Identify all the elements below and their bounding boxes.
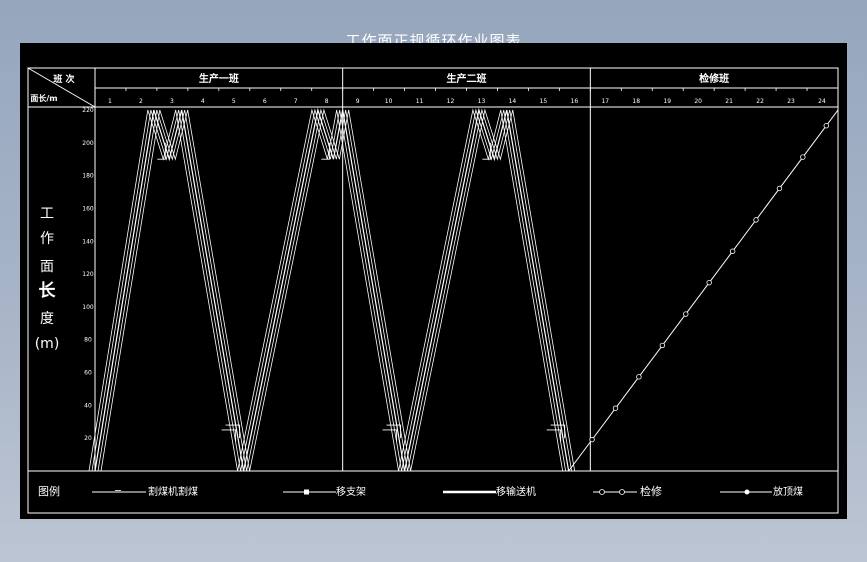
legend-swatch-maintenance-circle — [619, 489, 625, 495]
y-tick-label: 180 — [82, 173, 94, 180]
hour-label: 20 — [694, 98, 702, 105]
hour-label: 5 — [232, 98, 236, 105]
legend-swatch-caving-dot — [744, 489, 750, 495]
legend-label-shearer: 割煤机割煤 — [148, 485, 198, 498]
y-tick-label: 100 — [82, 304, 94, 311]
legend-label-conveyor: 移输送机 — [496, 485, 536, 498]
maintenance-marker — [776, 185, 783, 192]
maintenance-marker — [612, 405, 619, 411]
hour-label: 19 — [663, 98, 671, 105]
hour-label: 11 — [416, 98, 424, 105]
y-tick-label: 60 — [84, 370, 92, 377]
y-axis-title-char: 度 — [40, 311, 54, 327]
legend-label-support: 移支架 — [336, 485, 366, 498]
y-tick-label: 120 — [82, 271, 94, 278]
hour-label: 23 — [787, 98, 795, 105]
hour-label: 7 — [294, 98, 298, 105]
hour-label: 12 — [447, 98, 455, 105]
hour-label: 16 — [571, 98, 579, 105]
y-axis-title-char: 作 — [40, 231, 54, 247]
hour-label: 22 — [756, 98, 764, 105]
y-tick-label: 220 — [82, 107, 94, 114]
y-tick-label: 20 — [84, 435, 92, 442]
hour-label: 1 — [108, 98, 112, 105]
hour-label: 18 — [632, 98, 640, 105]
hour-label: 13 — [478, 98, 486, 105]
legend: 图例 割煤机割煤 移支架 移输送机 检修 放顶煤 — [38, 484, 803, 498]
y-axis-title-char: 长 — [39, 280, 57, 301]
plot-area — [88, 107, 839, 472]
maintenance-marker — [823, 122, 829, 129]
hour-label: 8 — [325, 98, 329, 105]
y-tick-label: 200 — [82, 140, 94, 147]
corner-length-label: 面长/m — [30, 93, 57, 103]
hour-label: 21 — [725, 98, 733, 105]
hour-label: 15 — [540, 98, 548, 105]
y-axis-title-char: 面 — [40, 259, 54, 275]
shearer-cutting-line — [91, 108, 567, 472]
hour-label: 9 — [356, 98, 360, 105]
y-tick-label: 80 — [84, 337, 92, 344]
legend-swatch-support-square — [304, 489, 309, 495]
shearer-cutting-line — [97, 108, 573, 472]
shearer-cutting-line — [94, 107, 570, 472]
maintenance-marker — [729, 248, 736, 254]
hour-label: 17 — [601, 98, 609, 105]
hour-label: 3 — [170, 98, 174, 105]
shearer-cutting-line — [100, 108, 576, 472]
hour-label: 14 — [509, 98, 517, 105]
maintenance-line — [568, 109, 839, 472]
cycle-operation-chart: 班 次面长/m生产一班 生产二班 检修班1 2 3 4 5 6 7 8 9 10 11 12 13 14 15 1… — [27, 67, 839, 514]
shift-header: 生产二班 — [447, 72, 487, 85]
maintenance-marker — [706, 279, 712, 286]
legend-label-maintenance: 检修 — [640, 484, 662, 498]
y-tick-label: 140 — [82, 238, 94, 245]
maintenance-marker — [659, 342, 666, 349]
maintenance-marker — [753, 217, 759, 223]
hour-label: 6 — [263, 98, 267, 105]
hour-label: 10 — [385, 98, 393, 105]
shift-header: 生产一班 — [199, 72, 239, 85]
maintenance-marker — [589, 436, 595, 443]
legend-title: 图例 — [38, 484, 60, 498]
cad-drawing-canvas: 班 次面长/m 生产一班 生产二班 检修班 1 2 3 4 5 6 7 8 9 10 11 12 13 14 15 1… — [20, 43, 847, 519]
hour-label: 2 — [139, 98, 143, 105]
corner-shift-label: 班 次 — [53, 73, 74, 85]
maintenance-marker — [800, 154, 806, 160]
y-axis-title-char: 工 — [40, 206, 54, 222]
hour-label: 24 — [818, 98, 826, 105]
shearer-cutting-line — [88, 108, 564, 472]
y-axis-title-char: (m) — [35, 336, 60, 352]
shift-header: 检修班 — [699, 72, 729, 85]
maintenance-marker — [683, 311, 689, 317]
hour-label: 4 — [201, 98, 205, 105]
y-tick-label: 160 — [82, 205, 94, 212]
maintenance-marker — [636, 374, 642, 380]
legend-swatch-maintenance-circle — [599, 489, 605, 495]
y-tick-label: 40 — [84, 402, 92, 409]
legend-label-caving: 放顶煤 — [773, 485, 803, 498]
